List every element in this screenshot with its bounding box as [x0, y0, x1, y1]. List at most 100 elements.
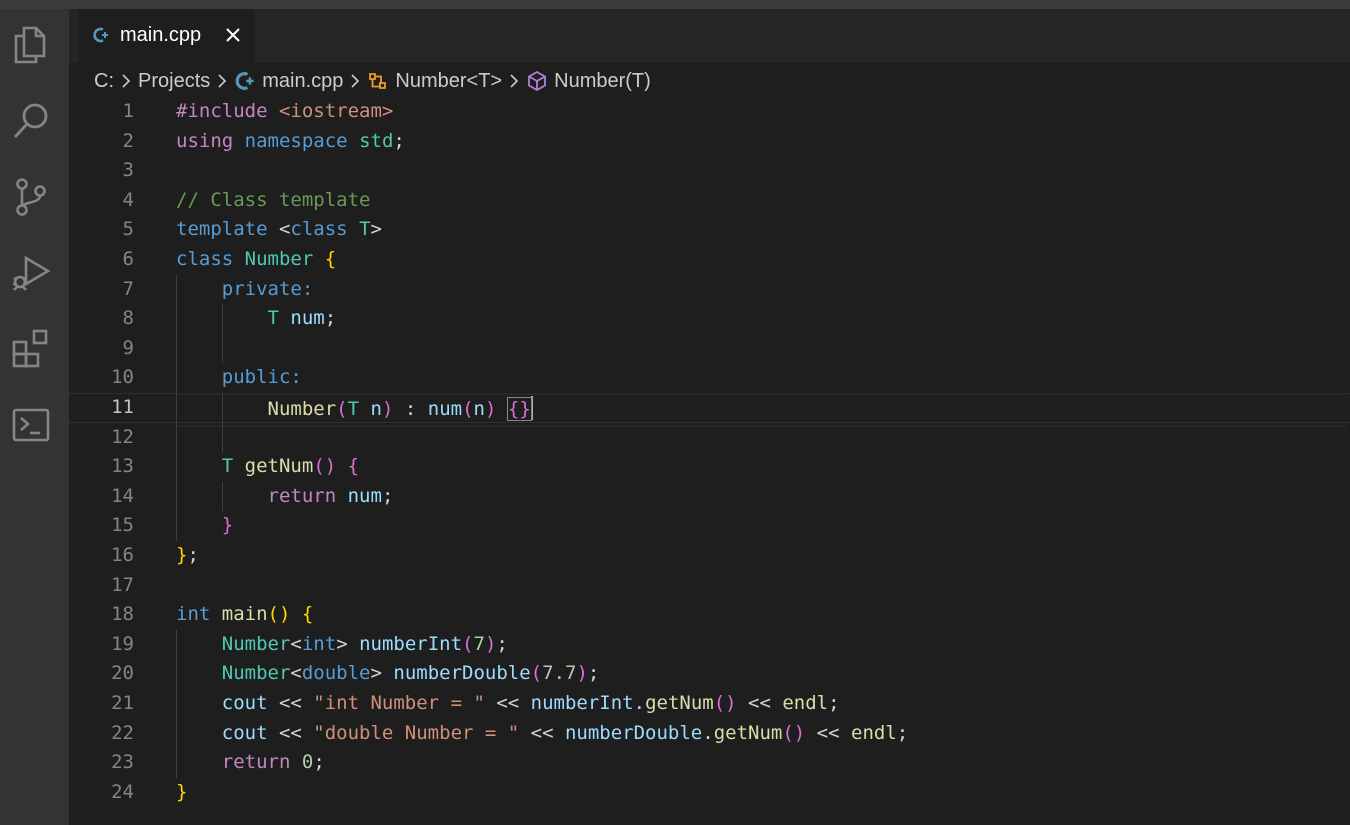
code-line[interactable]: 6 class Number { — [69, 245, 1350, 275]
explorer-icon[interactable] — [10, 24, 52, 66]
source-control-icon[interactable] — [10, 176, 52, 218]
code-line[interactable]: 7 private: — [69, 275, 1350, 305]
chevron-right-icon — [346, 72, 364, 90]
breadcrumb-method[interactable]: Number(T) — [554, 70, 651, 93]
code-line[interactable]: 4 // Class template — [69, 186, 1350, 216]
method-symbol-icon — [526, 70, 548, 92]
code-line[interactable]: 12 — [69, 423, 1350, 453]
code-token: numberInt — [359, 632, 463, 655]
code-line[interactable]: 8 T num; — [69, 304, 1350, 334]
code-line[interactable]: 19 Number<int> numberInt(7); — [69, 630, 1350, 660]
terminal-icon[interactable] — [10, 404, 52, 446]
close-icon[interactable] — [224, 26, 242, 44]
line-number: 13 — [111, 455, 134, 478]
line-number: 14 — [111, 484, 134, 507]
code-token: 0 — [301, 751, 314, 774]
code-line[interactable]: 10 public: — [69, 363, 1350, 393]
extensions-icon[interactable] — [10, 328, 52, 370]
code-token: return — [267, 484, 337, 507]
editor-area: main.cpp C: Projects main.cpp Number<T> … — [69, 9, 1350, 825]
breadcrumb-projects[interactable]: Projects — [138, 70, 210, 93]
line-number: 23 — [111, 751, 134, 774]
line-text: Number(T n) : num(n) {} — [176, 393, 1346, 427]
tab-main-cpp[interactable]: main.cpp — [79, 9, 254, 63]
code-token: : — [301, 277, 314, 300]
line-text: using namespace std; — [176, 127, 1346, 157]
code-token: return — [221, 751, 291, 774]
code-token: class — [176, 248, 234, 270]
title-bar-strip — [0, 0, 1350, 9]
run-debug-icon[interactable] — [10, 252, 52, 294]
chevron-right-icon — [505, 72, 523, 90]
code-token: < — [290, 662, 302, 685]
code-line[interactable]: 21 cout << "int Number = " << numberInt.… — [69, 689, 1350, 719]
code-token: ; — [828, 692, 840, 714]
code-line[interactable]: 20 Number<double> numberDouble(7.7); — [69, 659, 1350, 689]
line-number: 19 — [111, 632, 134, 655]
code-line[interactable]: 1 #include <iostream> — [69, 97, 1350, 127]
code-line-current[interactable]: 11 Number(T n) : num(n) {} — [69, 393, 1350, 427]
code-token: () — [713, 692, 737, 714]
code-token: ; — [896, 721, 909, 744]
code-token: num — [427, 398, 463, 420]
code-line[interactable]: 3 — [69, 156, 1350, 186]
code-token: << — [484, 692, 531, 714]
code-token: ) — [576, 662, 588, 685]
code-line[interactable]: 22 cout << "double Number = " << numberD… — [69, 719, 1350, 749]
code-line[interactable]: 15 } — [69, 511, 1350, 541]
code-line[interactable]: 9 — [69, 334, 1350, 364]
code-token: int — [301, 632, 337, 655]
code-token: numberInt — [530, 692, 634, 714]
code-token: "int Number = " — [313, 692, 485, 714]
code-token: numberDouble — [564, 721, 703, 744]
line-text — [176, 156, 1346, 186]
code-token: n — [473, 398, 485, 420]
line-text: #include <iostream> — [176, 97, 1346, 127]
code-token: T — [221, 455, 234, 478]
code-token: > — [370, 662, 394, 685]
line-text: private: — [176, 275, 1346, 305]
code-line[interactable]: 18 int main() { — [69, 600, 1350, 630]
code-token: class — [290, 218, 348, 241]
code-line[interactable]: 14 return num; — [69, 482, 1350, 512]
breadcrumb-drive[interactable]: C: — [94, 70, 114, 93]
code-line[interactable]: 23 return 0; — [69, 748, 1350, 778]
code-token: numberDouble — [393, 662, 531, 685]
code-token: template — [176, 218, 268, 241]
breadcrumb-file[interactable]: main.cpp — [262, 70, 343, 93]
code-token: . — [633, 692, 646, 714]
code-token: << — [805, 721, 851, 744]
breadcrumb-class[interactable]: Number<T> — [395, 70, 502, 93]
code-token: : — [290, 366, 302, 389]
line-number: 4 — [122, 188, 134, 211]
code-token: main — [221, 603, 268, 626]
indent-guide — [176, 274, 177, 541]
code-token: ; — [381, 484, 394, 507]
line-text: class Number { — [176, 245, 1346, 275]
text-cursor — [530, 395, 533, 420]
code-token: ( — [462, 398, 474, 420]
line-text: cout << "double Number = " << numberDoub… — [176, 719, 1346, 749]
code-line[interactable]: 2 using namespace std; — [69, 127, 1350, 157]
code-line[interactable]: 24} — [69, 778, 1350, 808]
search-icon[interactable] — [10, 100, 52, 142]
line-text: T num; — [176, 304, 1346, 334]
code-token: T — [347, 398, 360, 420]
code-line[interactable]: 17 — [69, 571, 1350, 601]
line-number: 10 — [111, 366, 134, 389]
line-text: }; — [176, 541, 1346, 571]
line-number: 18 — [111, 603, 134, 626]
code-line[interactable]: 13 T getNum() { — [69, 452, 1350, 482]
code-token: > — [370, 218, 382, 241]
code-line[interactable]: 16}; — [69, 541, 1350, 571]
code-line[interactable]: 5 template <class T> — [69, 215, 1350, 245]
